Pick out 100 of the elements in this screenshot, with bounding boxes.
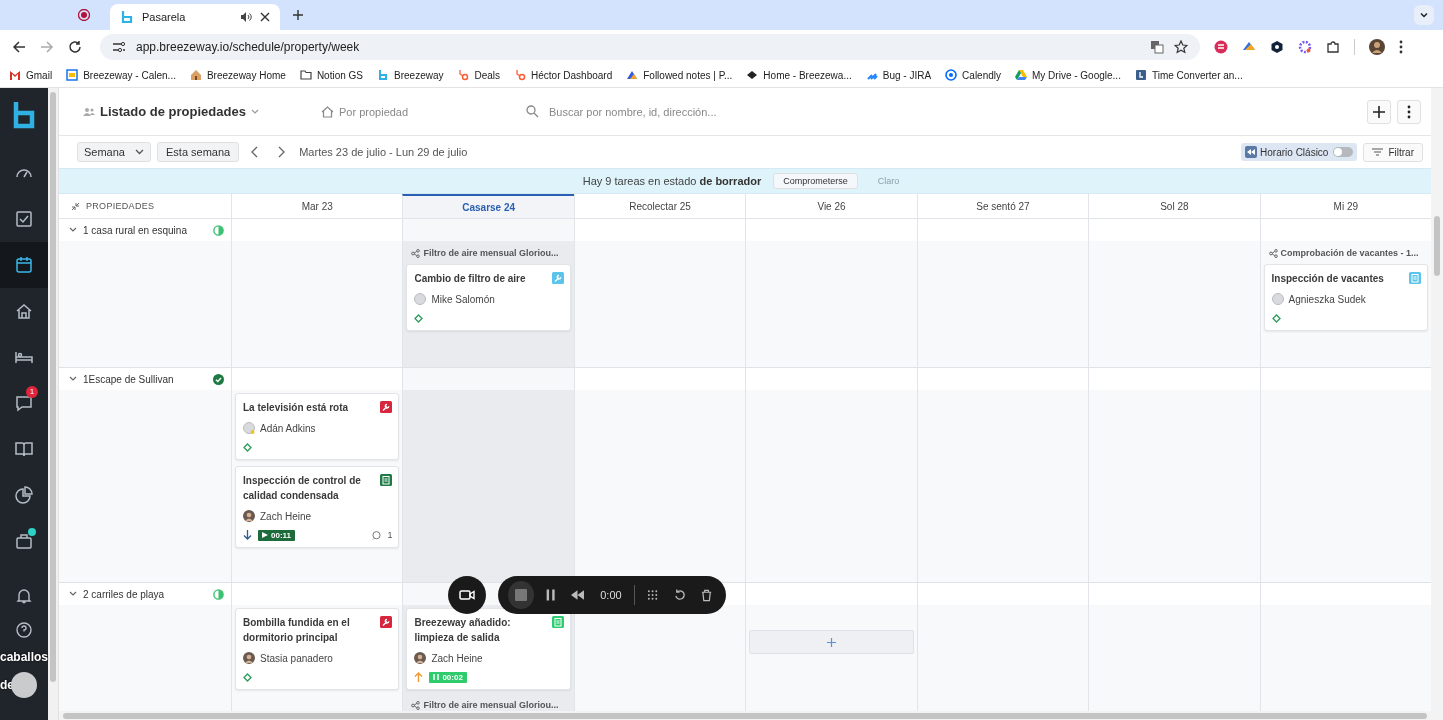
stop-button[interactable] xyxy=(508,581,534,609)
browser-tab[interactable]: Pasarela xyxy=(110,4,280,30)
task-card[interactable]: Inspección de control de calidad condensada Zach Heine 00:11 1 xyxy=(235,466,400,548)
assignee-name: Mike Salomón xyxy=(431,293,495,305)
task-group-label[interactable]: Filtro de aire mensual Gloriou... xyxy=(423,700,559,710)
bookmark[interactable]: Deals xyxy=(457,69,501,81)
property-name[interactable]: 1Escape de Sullivan xyxy=(83,373,207,385)
day-header[interactable]: Casarse 24 xyxy=(402,194,574,218)
task-title: Cambio de filtro de aire xyxy=(414,272,527,286)
day-header[interactable]: Recolectar 25 xyxy=(573,194,746,218)
scrollbar[interactable] xyxy=(1431,88,1443,720)
translate-icon[interactable] xyxy=(1150,39,1164,54)
recurrence-icon xyxy=(411,700,421,710)
nav-item[interactable] xyxy=(0,242,48,288)
bookmark[interactable]: Breezeway - Calen... xyxy=(66,69,176,81)
this-week-button[interactable]: Esta semana xyxy=(157,142,240,162)
stop-icon xyxy=(515,589,527,601)
scrollbar[interactable] xyxy=(59,711,1431,720)
trash-icon[interactable] xyxy=(700,588,712,602)
home-icon xyxy=(321,105,334,118)
view-selector[interactable]: Por propiedad xyxy=(321,105,526,118)
task-card[interactable]: Cambio de filtro de aire Mike Salomón xyxy=(406,264,571,331)
chevron-icon[interactable] xyxy=(69,591,77,597)
assignee-name: Agnieszka Sudek xyxy=(1288,293,1366,305)
bookmark[interactable]: Home - Breezewa... xyxy=(746,69,852,81)
task-card[interactable]: Breezeway añadido: limpieza de salida Zach Heine 00:02 xyxy=(406,608,571,690)
page-title[interactable]: Listado de propiedades xyxy=(100,104,246,119)
bookmark[interactable]: Breezeway Home xyxy=(189,69,286,81)
rewind-icon[interactable] xyxy=(571,590,585,600)
commit-button[interactable]: Comprometerse xyxy=(773,173,858,189)
chevron-icon[interactable] xyxy=(69,227,77,233)
property-name[interactable]: 1 casa rural en esquina xyxy=(83,224,207,236)
bookmark[interactable]: Notion GS xyxy=(299,69,363,81)
task-group-label[interactable]: Comprobación de vacantes - 1... xyxy=(1280,248,1419,258)
bookmark[interactable]: Héctor Dashboard xyxy=(514,69,613,81)
site-settings-icon[interactable] xyxy=(112,40,126,53)
next-icon[interactable] xyxy=(277,146,286,158)
bell-icon[interactable] xyxy=(16,588,32,604)
toggle-switch[interactable] xyxy=(1333,147,1354,157)
tab-list-button[interactable] xyxy=(1414,5,1434,25)
bookmark[interactable]: Breezeway xyxy=(377,69,444,81)
bookmark[interactable]: Bug - JIRA xyxy=(865,69,932,81)
profile-avatar[interactable] xyxy=(1369,38,1385,55)
chevron-icon[interactable] xyxy=(69,376,77,382)
caret-icon[interactable] xyxy=(250,108,259,115)
star-icon[interactable] xyxy=(1174,39,1188,54)
search-field[interactable]: Buscar por nombre, id, dirección... xyxy=(526,104,846,119)
day-header[interactable]: Sol 28 xyxy=(1088,194,1260,218)
task-card[interactable]: Inspección de vacantes Agnieszka Sudek xyxy=(1263,264,1428,331)
pie-icon xyxy=(15,486,33,504)
date-range: Martes 23 de julio - Lun 29 de julio xyxy=(299,146,468,158)
overlay-caption: caballos xyxy=(0,650,49,664)
undo-icon[interactable] xyxy=(673,589,685,601)
column-header: PROPIEDADES xyxy=(86,201,155,211)
task-title: Bombilla fundida en el dormitorio principal xyxy=(243,616,351,645)
bookmark[interactable]: My Drive - Google... xyxy=(1015,69,1121,81)
bookmark-icon xyxy=(66,69,79,81)
address-bar[interactable]: app.breezeway.io/schedule/property/week xyxy=(100,33,1200,60)
bookmark-icon xyxy=(626,69,639,81)
assignee-name: Zach Heine xyxy=(260,510,312,522)
close-icon[interactable] xyxy=(260,12,270,22)
filter-button[interactable]: Filtrar xyxy=(1363,142,1423,162)
reload-icon[interactable] xyxy=(68,39,82,54)
day-header[interactable]: Vie 26 xyxy=(745,194,917,218)
nav-item[interactable]: 1 xyxy=(0,380,48,426)
bookmark[interactable]: Gmail xyxy=(9,69,53,81)
grid-icon[interactable] xyxy=(646,589,658,601)
bookmark[interactable]: Time Converter an... xyxy=(1134,69,1243,81)
task-card[interactable]: Bombilla fundida en el dormitorio principal Stasia panadero xyxy=(235,608,400,690)
recurrence-icon xyxy=(411,248,421,258)
pause-icon[interactable] xyxy=(546,589,556,601)
timer-badge[interactable]: 00:11 xyxy=(258,529,296,541)
add-button[interactable] xyxy=(1367,99,1391,124)
property-name[interactable]: 2 carriles de playa xyxy=(83,588,207,600)
bookmark-icon xyxy=(514,69,527,81)
task-card[interactable]: La televisión está rota Adán Adkins xyxy=(235,393,400,460)
menu-icon[interactable] xyxy=(1399,39,1403,54)
logo-icon xyxy=(120,10,134,24)
logo-icon[interactable] xyxy=(11,100,37,130)
search-icon xyxy=(526,105,539,118)
chat-icon xyxy=(15,394,33,412)
tab-title: Pasarela xyxy=(142,11,187,23)
task-title: La televisión está rota xyxy=(243,401,350,415)
collapse-icon[interactable] xyxy=(71,201,80,211)
scrollbar[interactable] xyxy=(48,88,59,720)
puzzle-icon[interactable] xyxy=(1326,39,1340,54)
bookmark[interactable]: Followed notes | P... xyxy=(626,69,733,81)
book-icon xyxy=(15,440,33,458)
task-group-label[interactable]: Filtro de aire mensual Gloriou... xyxy=(423,248,559,258)
classic-schedule-toggle[interactable]: Horario Clásico xyxy=(1241,143,1358,161)
range-dropdown[interactable]: Semana xyxy=(77,142,151,162)
day-header[interactable]: Se sentó 27 xyxy=(916,194,1089,218)
back-icon[interactable] xyxy=(12,39,26,54)
bookmark[interactable]: Calendly xyxy=(945,69,1001,81)
previous-icon[interactable] xyxy=(251,146,260,158)
extension-icon[interactable] xyxy=(1270,39,1284,54)
recurrence-icon xyxy=(1268,248,1278,258)
pause-icon xyxy=(433,674,440,680)
new-tab-icon[interactable] xyxy=(292,9,304,21)
help-icon[interactable] xyxy=(16,622,32,638)
